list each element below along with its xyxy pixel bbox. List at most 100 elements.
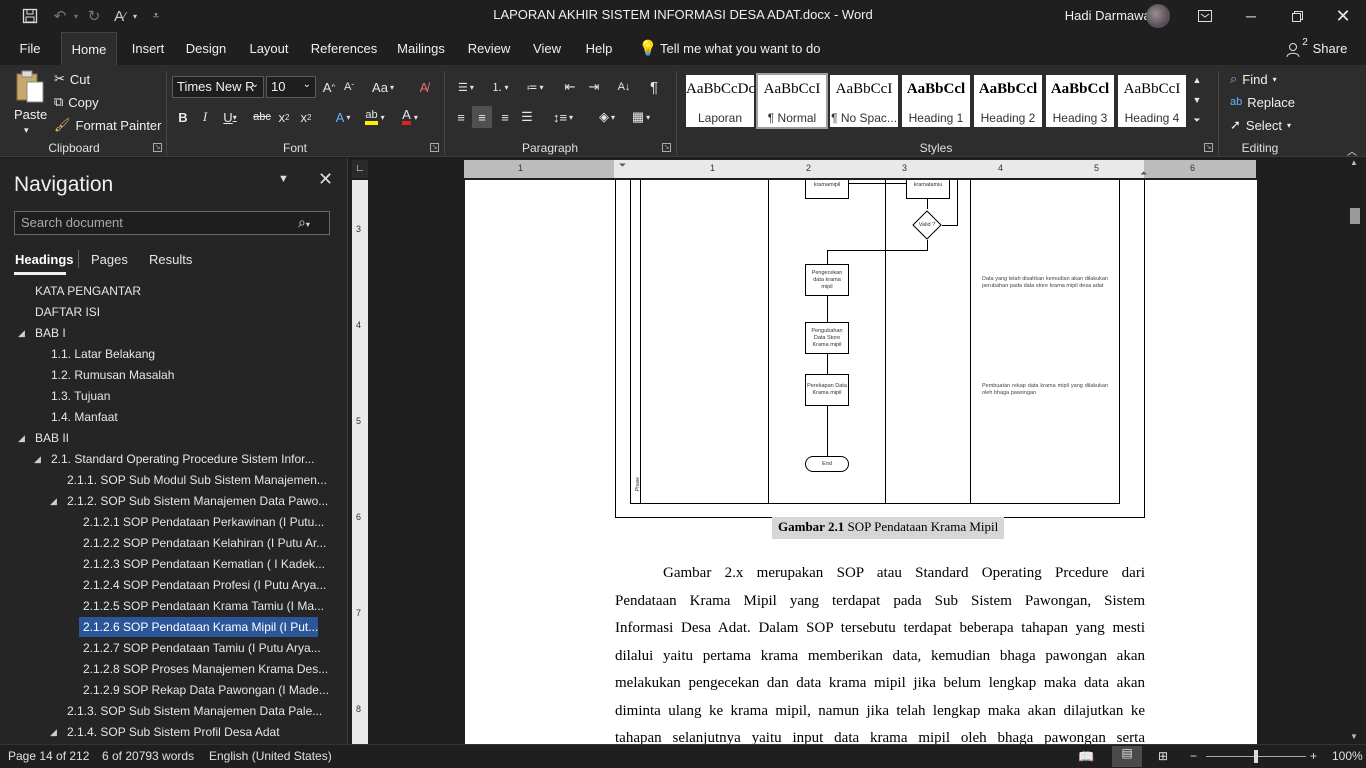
tab-review[interactable]: Review xyxy=(463,32,515,65)
styles-scroll-down-icon[interactable]: ▼ xyxy=(1188,89,1206,111)
nav-heading-item[interactable]: 2.1.2.1 SOP Pendataan Perkawinan (I Putu… xyxy=(0,512,340,532)
shrink-font-icon[interactable]: Aˇ xyxy=(340,76,358,98)
style-heading-4[interactable]: AaBbCcI Heading 4 xyxy=(1118,75,1186,127)
paste-icon[interactable] xyxy=(14,69,46,105)
style-heading-1[interactable]: AaBbCcl Heading 1 xyxy=(902,75,970,127)
tab-view[interactable]: View xyxy=(528,32,566,65)
tab-headings[interactable]: Headings xyxy=(15,252,74,267)
tab-home[interactable]: Home xyxy=(61,32,117,65)
collapse-triangle-icon[interactable]: ◢ xyxy=(50,491,57,511)
nav-heading-item[interactable]: 2.1.3. SOP Sub Sistem Manajemen Data Pal… xyxy=(0,701,340,721)
clipboard-launcher-icon[interactable]: ↘ xyxy=(153,143,162,152)
nav-heading-item[interactable]: 1.4. Manfaat xyxy=(0,407,340,427)
scroll-down-icon[interactable]: ▼ xyxy=(1350,732,1358,741)
nav-heading-item[interactable]: 2.1.2.5 SOP Pendataan Krama Tamiu (I Ma.… xyxy=(0,596,340,616)
nav-heading-item[interactable]: 1.1. Latar Belakang xyxy=(0,344,340,364)
vertical-scrollbar[interactable]: ▲ ▼ xyxy=(1346,158,1364,744)
replace-button[interactable]: ab Replace xyxy=(1230,92,1295,112)
tab-references[interactable]: References xyxy=(307,32,381,65)
collapse-triangle-icon[interactable]: ◢ xyxy=(18,428,25,448)
nav-heading-item[interactable]: 2.1.2.4 SOP Pendataan Profesi (I Putu Ar… xyxy=(0,575,340,595)
horizontal-ruler[interactable]: 1 1 2 3 4 5 6 ⏷ ⏶ xyxy=(464,160,1256,178)
style-no-spacing[interactable]: AaBbCcI ¶ No Spac... xyxy=(830,75,898,127)
nav-heading-item[interactable]: ◢ BAB I xyxy=(0,323,340,343)
web-layout-icon[interactable]: ⊞ xyxy=(1158,749,1168,763)
cut-button[interactable]: ✂ Cut xyxy=(54,69,90,89)
nav-options-icon[interactable]: ▼ xyxy=(278,173,289,185)
tab-results[interactable]: Results xyxy=(149,252,192,267)
shading-icon[interactable]: ◈ ▾ xyxy=(592,106,622,128)
user-name[interactable]: Hadi Darmawan xyxy=(1065,8,1158,23)
font-launcher-icon[interactable]: ↘ xyxy=(430,143,439,152)
language[interactable]: English (United States) xyxy=(209,749,332,763)
styles-scroll-up-icon[interactable]: ▲ xyxy=(1188,69,1206,91)
find-button[interactable]: ⌕ Find ▾ xyxy=(1230,69,1277,89)
nav-heading-item[interactable]: 2.1.2.3 SOP Pendataan Kematian ( I Kadek… xyxy=(0,554,340,574)
nav-heading-item[interactable]: ◢ 2.1.2. SOP Sub Sistem Manajemen Data Pa… xyxy=(0,491,340,511)
borders-icon[interactable]: ▦ ▾ xyxy=(626,106,656,128)
search-document-input[interactable]: Search document xyxy=(14,211,330,235)
format-painter-button[interactable]: 🖌 Format Painter xyxy=(54,115,162,135)
copy-button[interactable]: ⧉ Copy xyxy=(54,92,99,112)
scroll-thumb[interactable] xyxy=(1350,208,1360,224)
tab-pages[interactable]: Pages xyxy=(91,252,128,267)
bold-icon[interactable]: B xyxy=(174,106,192,128)
nav-heading-item[interactable]: ◢ BAB II xyxy=(0,428,340,448)
select-button[interactable]: ➚ Select ▾ xyxy=(1230,115,1291,135)
nav-heading-item[interactable]: 2.1.1. SOP Sub Modul Sub Sistem Manajeme… xyxy=(0,470,340,490)
nav-heading-item-selected[interactable]: 2.1.2.6 SOP Pendataan Krama Mipil (I Put… xyxy=(0,617,340,637)
show-formatting-icon[interactable]: ¶ xyxy=(644,76,664,98)
text-effects-icon[interactable]: A ▾ xyxy=(330,106,356,128)
tab-selector-icon[interactable]: ∟ xyxy=(352,160,368,178)
nav-heading-item[interactable]: 1.3. Tujuan xyxy=(0,386,340,406)
increase-indent-icon[interactable]: ⇥ xyxy=(584,76,604,98)
clear-formatting-icon[interactable]: A̸ xyxy=(414,76,434,98)
nav-heading-item[interactable]: KATA PENGANTAR xyxy=(0,281,340,301)
search-icon[interactable]: ⌕▾ xyxy=(298,214,310,231)
superscript-icon[interactable]: x2 xyxy=(298,106,314,128)
nav-heading-item[interactable]: ◢ 2.1.4. SOP Sub Sistem Profil Desa Adat xyxy=(0,722,340,742)
numbering-icon[interactable]: ⒈ ▾ xyxy=(486,76,514,98)
nav-close-icon[interactable]: ✕ xyxy=(318,169,333,190)
print-layout-icon[interactable]: ▤ xyxy=(1112,746,1142,767)
tab-mailings[interactable]: Mailings xyxy=(393,32,449,65)
justify-icon[interactable]: ☰ xyxy=(518,106,536,128)
tab-layout[interactable]: Layout xyxy=(245,32,293,65)
collapse-triangle-icon[interactable]: ◢ xyxy=(50,722,57,742)
subscript-icon[interactable]: x2 xyxy=(276,106,292,128)
collapse-triangle-icon[interactable]: ◢ xyxy=(34,449,41,469)
share-button[interactable]: Share xyxy=(1310,32,1350,65)
right-indent-marker-icon[interactable]: ⏶ xyxy=(1140,168,1147,179)
zoom-slider-thumb[interactable] xyxy=(1254,750,1258,763)
scroll-up-icon[interactable]: ▲ xyxy=(1350,158,1358,167)
italic-icon[interactable]: I xyxy=(196,106,214,128)
decrease-indent-icon[interactable]: ⇤ xyxy=(560,76,580,98)
font-color-icon[interactable]: A ▾ xyxy=(396,106,424,128)
nav-heading-item[interactable]: 2.1.2.9 SOP Rekap Data Pawongan (I Made.… xyxy=(0,680,340,700)
style-laporan[interactable]: AaBbCcDc Laporan xyxy=(686,75,754,127)
grow-font-icon[interactable]: A ^ xyxy=(320,76,338,98)
nav-heading-item[interactable]: 2.1.2.7 SOP Pendataan Tamiu (I Putu Arya… xyxy=(0,638,340,658)
nav-heading-item[interactable]: DAFTAR ISI xyxy=(0,302,340,322)
paragraph-launcher-icon[interactable]: ↘ xyxy=(662,143,671,152)
tab-design[interactable]: Design xyxy=(181,32,231,65)
minimize-icon[interactable]: ─ xyxy=(1228,0,1274,32)
restore-icon[interactable] xyxy=(1274,0,1320,32)
style-normal[interactable]: AaBbCcI ¶ Normal xyxy=(756,73,828,129)
align-center-icon[interactable]: ≡ xyxy=(472,106,492,128)
nav-heading-item[interactable]: 2.1.2.8 SOP Proses Manajemen Krama Des..… xyxy=(0,659,340,679)
read-mode-icon[interactable]: 📖 xyxy=(1078,749,1094,765)
zoom-in-icon[interactable]: + xyxy=(1310,749,1317,763)
align-right-icon[interactable]: ≡ xyxy=(496,106,514,128)
vertical-ruler[interactable]: 3 4 5 6 7 8 xyxy=(352,180,368,744)
paste-dropdown-icon[interactable]: ▾ xyxy=(24,120,29,140)
collapse-triangle-icon[interactable]: ◢ xyxy=(18,323,25,343)
close-icon[interactable]: ✕ xyxy=(1320,0,1366,32)
ribbon-display-options-icon[interactable] xyxy=(1182,0,1228,32)
tab-file[interactable]: File xyxy=(10,32,50,65)
zoom-out-icon[interactable]: − xyxy=(1190,749,1197,763)
change-case-button[interactable]: Aa ▾ xyxy=(368,76,398,98)
line-spacing-icon[interactable]: ↕≡ ▾ xyxy=(548,106,578,128)
nav-heading-item[interactable]: ◢ 2.1. Standard Operating Procedure Siste… xyxy=(0,449,340,469)
font-name-combo[interactable]: Times New R ⌄ xyxy=(172,76,264,98)
